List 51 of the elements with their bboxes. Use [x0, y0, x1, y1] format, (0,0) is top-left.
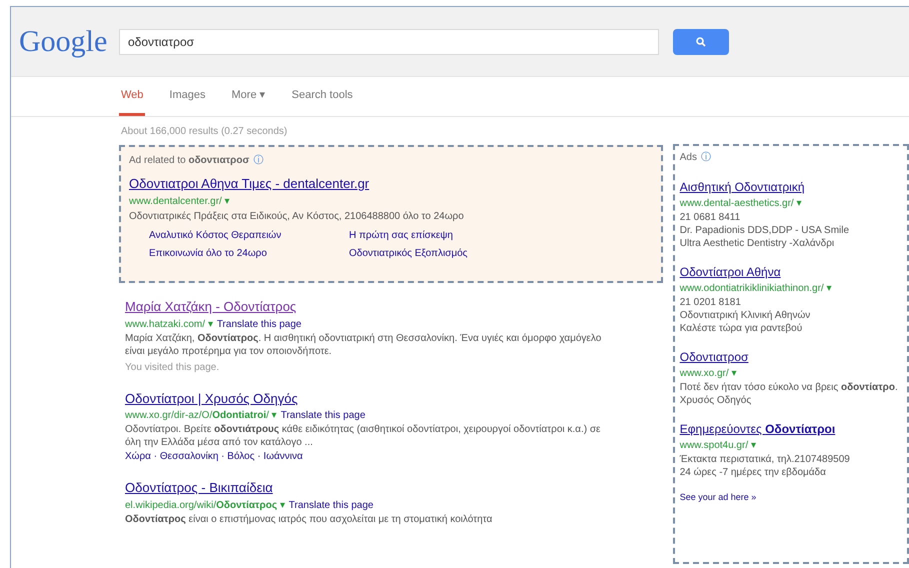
sub-links[interactable]: Χώρα · Θεσσαλονίκη · Βόλος · Ιωάννινα: [125, 449, 663, 464]
ad-text: 21 0201 8181: [680, 296, 742, 309]
search-button[interactable]: [673, 28, 729, 54]
sitelink[interactable]: Οδοντιατρικός Εξοπλισμός: [349, 246, 549, 260]
search-tab[interactable]: More ▾: [230, 86, 268, 116]
ads-label: Ads: [680, 151, 697, 165]
ad-text: Ποτέ δεν ήταν τόσο εύκολο να βρεις οδοντίατρο. Χρυσός Οδηγός: [680, 381, 899, 407]
ad-text: 21 0681 8411: [680, 211, 742, 224]
result-title-link[interactable]: Οδοντίατροι | Χρυσός Οδηγός: [125, 388, 663, 408]
sitelink[interactable]: Επικοινωνία όλο το 24ωρο: [149, 246, 349, 260]
result-stats: About 166,000 results (0.27 seconds): [121, 125, 288, 139]
search-tab[interactable]: Images: [167, 86, 208, 116]
see-your-ad-link[interactable]: See your ad here »: [680, 491, 902, 504]
result-snippet: Οδοντίατρος είναι ο επιστήμονας ιατρός που ασχολείται με τη στοματική κοιλότητα: [125, 512, 494, 526]
search-tab[interactable]: Web: [119, 86, 146, 116]
search-icon: [696, 36, 706, 46]
ad-snippet: Οδοντιατρικές Πράξεις στα Ειδικούς, Αν Κόστος, 2106488800 όλο το 24ωρο: [129, 210, 465, 224]
ad-title-link[interactable]: Αισθητική Οδοντιατρική: [680, 178, 902, 196]
result-snippet: Οδοντίατροι. Βρείτε οδοντιάτρους κάθε ειδικότητας (αισθητικοί οδοντίατροι, χειρουργοί οδοντίατροι κ.α.) σε όλη την Ελλάδα μέσα από τον κατάλογο ...: [125, 423, 602, 449]
ad-title-link[interactable]: Οδοντιατροι Αθηνα Τιμες - dentalcenter.gr: [129, 174, 653, 194]
ad-url: www.odontiatrikiklinikiathinon.gr/ ▾: [680, 282, 832, 296]
ad-text: Έκτακτα περιστατικά, τηλ.2107489509: [680, 453, 851, 466]
ad-title-link[interactable]: Οδοντίατροι Αθήνα: [680, 263, 902, 281]
result-url: el.wikipedia.org/wiki/Οδοντίατρος ▾: [125, 498, 285, 512]
ad-text: Ultra Aesthetic Dentistry -Χαλάνδρι: [680, 237, 836, 250]
info-icon[interactable]: ⓘ: [700, 150, 711, 165]
ad-text: 24 ώρες -7 ημέρες την εβδομάδα: [680, 466, 827, 479]
ad-url: www.xo.gr/ ▾: [680, 367, 738, 381]
translate-link[interactable]: Translate this page: [288, 498, 374, 512]
ad-url: www.spot4u.gr/ ▾: [680, 439, 757, 453]
ad-title-link[interactable]: Εφημερεύοντες Οδοντίατροι: [680, 420, 902, 438]
search-tab[interactable]: Search tools: [290, 86, 355, 116]
google-logo[interactable]: Google: [19, 19, 119, 64]
ad-text: Οδοντιατρική Κλινική Αθηνών: [680, 309, 812, 322]
visited-note: You visited this page.: [125, 360, 220, 374]
sitelink[interactable]: Αναλυτικό Κόστος Θεραπειών: [149, 228, 349, 242]
ad-title-link[interactable]: Οδοντιατροσ: [680, 348, 902, 366]
ad-text: Καλέστε τώρα για ραντεβού: [680, 322, 804, 335]
result-snippet: Μαρία Χατζάκη, Οδοντίατρος. Η αισθητική οδοντιατρική στη Θεσσαλονίκη. Ένα υγιές και όμορφο χαμόγελο είναι μεγάλο προτέρημα για τον οποιονδήποτε.: [125, 332, 602, 358]
ad-text: Dr. Papadionis DDS,DDP - USA Smile: [680, 224, 850, 237]
sitelink[interactable]: Η πρώτη σας επίσκεψη: [349, 228, 549, 242]
translate-link[interactable]: Translate this page: [280, 408, 366, 423]
result-title-link[interactable]: Οδοντίατρος - Βικιπαίδεια: [125, 478, 663, 498]
translate-link[interactable]: Translate this page: [216, 316, 302, 332]
ad-label: Ad related to οδοντιατροσ: [129, 154, 250, 168]
search-field[interactable]: οδοντιατροσ: [119, 28, 659, 54]
ad-url: www.dental-aesthetics.gr/ ▾: [680, 197, 802, 211]
result-title-link[interactable]: Μαρία Χατζάκη - Οδοντίατρος: [125, 297, 663, 316]
result-url: www.hatzaki.com/ ▾: [125, 318, 213, 332]
result-url: www.xo.gr/dir-az/O/Odontiatroi/ ▾: [125, 409, 277, 423]
ad-url: www.dentalcenter.gr/ ▾: [129, 194, 231, 208]
